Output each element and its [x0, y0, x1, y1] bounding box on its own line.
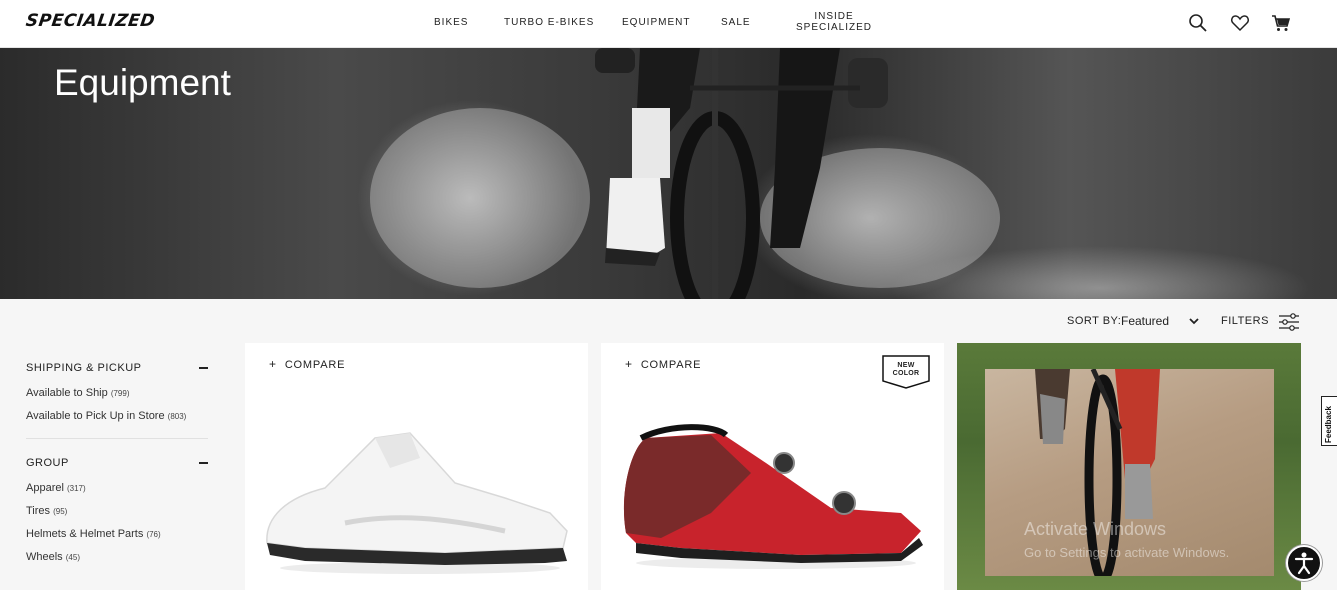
feedback-tab[interactable]: Feedback [1321, 396, 1337, 446]
cart-icon[interactable] [1270, 12, 1292, 34]
accessibility-button[interactable] [1286, 545, 1322, 581]
facet-item[interactable]: Tires (95) [26, 505, 210, 517]
sort-select[interactable]: Featured [1121, 314, 1169, 328]
hero-banner: Equipment [0, 48, 1337, 299]
nav-equipment[interactable]: EQUIPMENT [622, 17, 690, 28]
badge-line2: COLOR [892, 370, 920, 377]
chevron-down-icon[interactable] [1187, 314, 1201, 328]
site-header: SPECIALIZED BIKES TURBO E-BIKES EQUIPMEN… [0, 0, 1337, 48]
new-color-badge: NEW COLOR [882, 362, 930, 378]
compare-toggle[interactable]: + COMPARE [625, 357, 701, 371]
compare-toggle[interactable]: + COMPARE [269, 357, 345, 371]
facet-title-shipping[interactable]: SHIPPING & PICKUP [26, 362, 210, 376]
filters-button[interactable]: FILTERS [1221, 315, 1269, 327]
compare-label: COMPARE [284, 359, 346, 371]
facet-item-label: Wheels [26, 551, 63, 563]
compare-label: COMPARE [640, 359, 702, 371]
facet-item-label: Available to Ship [26, 387, 108, 399]
facet-item-count: (803) [167, 412, 187, 421]
facet-item[interactable]: Available to Ship (799) [26, 387, 210, 399]
facet-item[interactable]: Wheels (45) [26, 551, 210, 563]
nav-sale[interactable]: SALE [721, 17, 751, 28]
facet-item-count: (76) [146, 530, 161, 539]
facet-item-count: (317) [66, 484, 86, 493]
plus-icon: + [269, 357, 277, 371]
collapse-minus-icon[interactable] [199, 462, 208, 464]
sort-by-label: SORT BY: [1067, 315, 1122, 327]
nav-turbo-e-bikes[interactable]: TURBO E-BIKES [504, 17, 594, 28]
facet-title-group[interactable]: GROUP [26, 457, 210, 471]
facet-item-label: Apparel [26, 482, 64, 494]
facet-item-label: Available to Pick Up in Store [26, 410, 165, 422]
filters-icon[interactable] [1278, 312, 1300, 332]
facet-item[interactable]: Available to Pick Up in Store (803) [26, 410, 210, 422]
facet-item-count: (799) [110, 389, 130, 398]
divider [26, 438, 208, 439]
plus-icon: + [625, 357, 633, 371]
facet-item-label: Helmets & Helmet Parts [26, 528, 144, 540]
accessibility-icon [1294, 552, 1314, 575]
product-card[interactable]: + COMPARE [245, 343, 588, 590]
nav-bikes[interactable]: BIKES [434, 17, 468, 28]
nav-inside-line2: SPECIALIZED [796, 22, 873, 33]
facet-item-label: Tires [26, 505, 51, 517]
red-shoe-image [623, 424, 923, 569]
collapse-minus-icon[interactable] [199, 367, 208, 369]
specialized-logo[interactable]: SPECIALIZED [25, 11, 157, 31]
page-title: Equipment [54, 62, 231, 103]
windows-activation-subtitle: Go to Settings to activate Windows. [1024, 545, 1230, 560]
nav-inside-line1: INSIDE [814, 11, 854, 22]
facet-item-count: (45) [65, 553, 80, 562]
facet-title-label: SHIPPING & PICKUP [26, 362, 142, 374]
sort-bar: SORT BY: Featured FILTERS [0, 312, 1337, 332]
heart-icon[interactable] [1229, 12, 1251, 34]
product-card[interactable]: + COMPARE NEW COLOR [601, 343, 944, 590]
feedback-label: Feedback [1324, 406, 1333, 443]
badge-line1: NEW [897, 362, 915, 369]
windows-activation-title: Activate Windows [1024, 519, 1167, 539]
facet-item[interactable]: Apparel (317) [26, 482, 210, 494]
facet-title-label: GROUP [26, 457, 69, 469]
search-icon[interactable] [1187, 12, 1209, 34]
nav-inside-specialized[interactable]: INSIDE SPECIALIZED [796, 11, 872, 33]
facet-item[interactable]: Helmets & Helmet Parts (76) [26, 528, 210, 540]
filter-sidebar: SHIPPING & PICKUP Available to Ship (799… [26, 362, 210, 563]
white-shoe-image [266, 432, 568, 574]
facet-item-count: (95) [53, 507, 68, 516]
